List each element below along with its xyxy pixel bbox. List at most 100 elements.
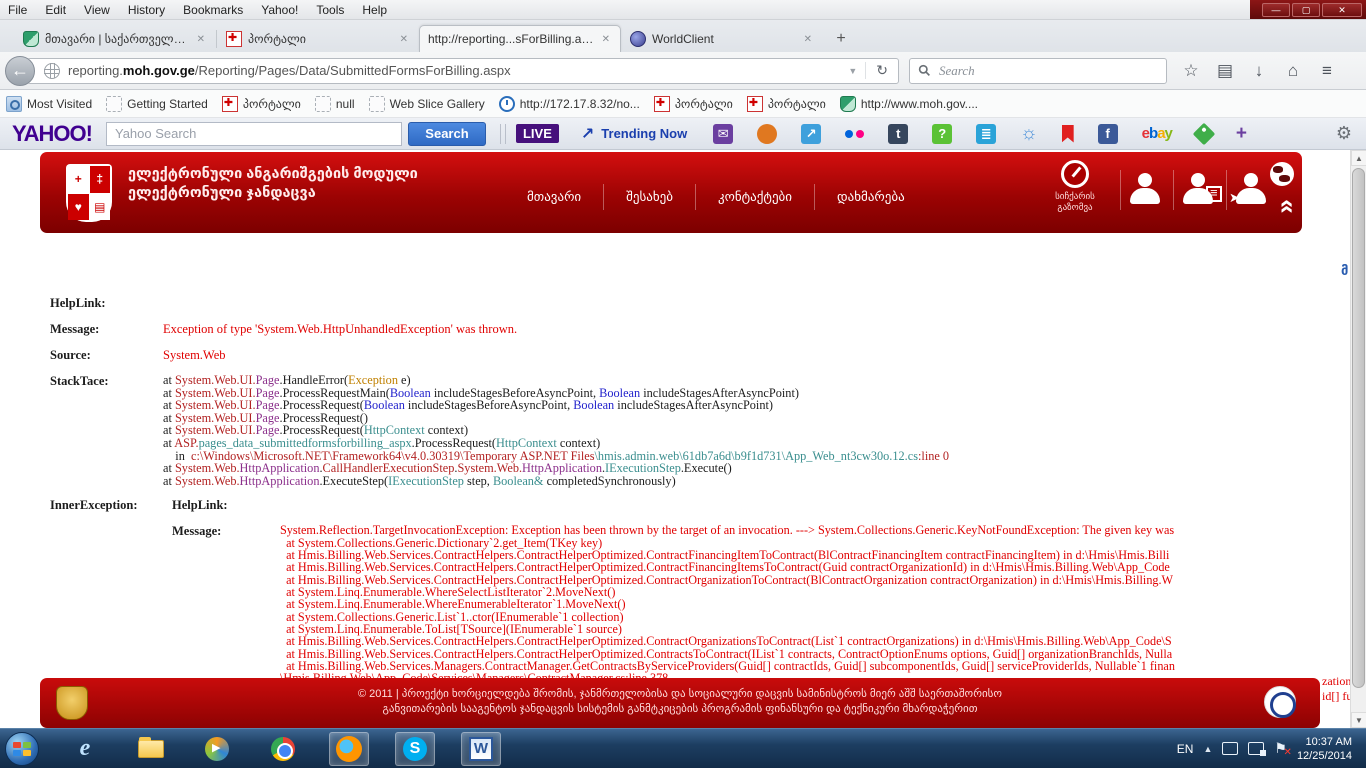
yahoo-live-badge[interactable]: LIVE bbox=[516, 124, 559, 143]
site-nav-item-4[interactable]: დახმარება bbox=[815, 189, 927, 205]
search-input[interactable]: Search bbox=[909, 58, 1167, 84]
tumblr-icon[interactable]: t bbox=[888, 124, 908, 144]
finance-icon[interactable]: ↗ bbox=[801, 124, 821, 144]
trending-icon: ↗ bbox=[581, 124, 594, 144]
title-bar: File Edit View History Bookmarks Yahoo! Tools H… bbox=[0, 0, 1366, 20]
globe-icon bbox=[630, 31, 646, 47]
taskbar-internet-explorer[interactable]: e bbox=[65, 732, 105, 766]
menu-tools[interactable]: Tools bbox=[316, 3, 344, 17]
url-host: moh.gov.ge bbox=[123, 63, 195, 78]
scroll-down-icon[interactable]: ▼ bbox=[1351, 712, 1366, 728]
bookmark-item[interactable]: http://www.moh.gov.... bbox=[840, 96, 978, 112]
news-icon[interactable]: ≣ bbox=[976, 124, 996, 144]
site-nav-item-1[interactable]: მთავარი bbox=[505, 189, 603, 205]
tab-1[interactable]: მთავარი | საქართველოს ...✕ bbox=[14, 25, 216, 52]
taskbar-skype[interactable]: S bbox=[395, 732, 435, 766]
bookmark-item[interactable]: პორტალი bbox=[222, 96, 301, 112]
weather-icon[interactable]: ☼ bbox=[1020, 123, 1037, 145]
tab-3[interactable]: http://reporting...sForBilling.aspx✕ bbox=[419, 25, 621, 52]
collapse-chevrons-icon[interactable]: « bbox=[1272, 199, 1303, 211]
bookmark-star-icon[interactable]: ☆ bbox=[1175, 61, 1207, 81]
taskbar-chrome[interactable] bbox=[263, 732, 303, 766]
bookmark-item[interactable]: Most Visited bbox=[6, 96, 92, 112]
taskbar-firefox[interactable] bbox=[329, 732, 369, 766]
clock[interactable]: 10:37 AM 12/25/2014 bbox=[1297, 735, 1356, 763]
bookmark-item[interactable]: პორტალი bbox=[747, 96, 826, 112]
yahoo-search-input[interactable]: Yahoo Search bbox=[106, 122, 402, 146]
yahoo-app-icons: ✉ ↗ t? ≣ ☼ f ebay + bbox=[713, 123, 1247, 145]
site-nav-item-3[interactable]: კონტაქტები bbox=[696, 189, 814, 205]
register-icon[interactable] bbox=[1174, 170, 1226, 210]
network-icon[interactable] bbox=[1248, 742, 1264, 755]
speed-test-button[interactable]: სიჩქარის გაზომვა bbox=[1040, 160, 1110, 213]
tab-close-icon[interactable]: ✕ bbox=[398, 34, 410, 45]
tab-2[interactable]: პორტალი✕ bbox=[217, 25, 419, 52]
back-button[interactable]: ← bbox=[5, 56, 35, 86]
close-button[interactable]: ✕ bbox=[1322, 3, 1362, 17]
menu-edit[interactable]: Edit bbox=[45, 3, 66, 17]
tab-close-icon[interactable]: ✕ bbox=[195, 34, 207, 45]
tray-expand-icon[interactable]: ▲ bbox=[1203, 744, 1212, 754]
profile-icon[interactable] bbox=[1121, 170, 1173, 210]
gear-icon[interactable]: ⚙ bbox=[1336, 123, 1352, 144]
bookmark-item[interactable]: Web Slice Gallery bbox=[369, 96, 485, 112]
new-tab-button[interactable]: + bbox=[827, 28, 855, 52]
maximize-button[interactable]: ▢ bbox=[1292, 3, 1320, 17]
reload-icon[interactable]: ↻ bbox=[865, 62, 898, 79]
url-dropdown-icon[interactable]: ▼ bbox=[840, 66, 865, 76]
bookmarks-menu-icon[interactable]: ▤ bbox=[1209, 61, 1241, 81]
bookmark-item[interactable]: http://172.17.8.32/no... bbox=[499, 96, 640, 112]
ebay-icon[interactable]: ebay bbox=[1142, 125, 1172, 142]
menu-file[interactable]: File bbox=[8, 3, 27, 17]
bookmark-ribbon-icon[interactable] bbox=[1062, 125, 1074, 143]
hamburger-menu-icon[interactable]: ≡ bbox=[1311, 61, 1343, 81]
language-indicator[interactable]: EN bbox=[1177, 742, 1194, 756]
chrome-icon bbox=[271, 737, 295, 761]
action-center-flag-icon[interactable]: ⚑✕ bbox=[1274, 740, 1287, 757]
language-globe-icon[interactable] bbox=[1270, 162, 1294, 186]
flickr-icon[interactable] bbox=[845, 130, 864, 138]
site-nav-item-2[interactable]: შესახებ bbox=[604, 189, 695, 205]
taskbar-explorer-folder[interactable] bbox=[131, 732, 171, 766]
menu-history[interactable]: History bbox=[128, 3, 165, 17]
mail-icon[interactable]: ✉ bbox=[713, 124, 733, 144]
scroll-up-icon[interactable]: ▲ bbox=[1351, 150, 1366, 166]
menu-bookmarks[interactable]: Bookmarks bbox=[183, 3, 243, 17]
bookmark-item[interactable]: პორტალი bbox=[654, 96, 733, 112]
yahoo-logo[interactable]: YAHOO! bbox=[12, 121, 92, 147]
taskbar-media-player[interactable] bbox=[197, 732, 237, 766]
scrollbar-thumb[interactable] bbox=[1352, 168, 1365, 688]
add-icon[interactable]: + bbox=[1236, 123, 1247, 145]
search-placeholder: Search bbox=[939, 63, 975, 79]
url-bar[interactable]: reporting.moh.gov.ge/Reporting/Pages/Dat… bbox=[27, 58, 899, 84]
menu-yahoo[interactable]: Yahoo! bbox=[261, 3, 298, 17]
innerexception-label: InnerException: bbox=[50, 498, 163, 695]
tag-icon[interactable] bbox=[1193, 122, 1216, 145]
minimize-button[interactable]: — bbox=[1262, 3, 1290, 17]
internet-explorer-icon: e bbox=[80, 735, 91, 762]
flag-georgia-icon bbox=[222, 96, 238, 112]
start-button[interactable] bbox=[5, 732, 39, 766]
tab-close-icon[interactable]: ✕ bbox=[600, 34, 612, 45]
downloads-icon[interactable]: ↓ bbox=[1243, 61, 1275, 81]
display-icon[interactable] bbox=[1222, 742, 1238, 755]
taskbar-word[interactable]: W bbox=[461, 732, 501, 766]
usaid-seal-icon bbox=[1264, 686, 1296, 718]
menu-view[interactable]: View bbox=[84, 3, 110, 17]
bookmark-item[interactable]: null bbox=[315, 96, 355, 112]
window-controls: — ▢ ✕ bbox=[1250, 0, 1366, 19]
yahoo-search-button[interactable]: Search bbox=[408, 122, 486, 146]
home-icon[interactable]: ⌂ bbox=[1277, 61, 1309, 81]
page-scrollbar[interactable]: ▲ ▼ bbox=[1350, 150, 1366, 728]
sports-icon[interactable] bbox=[757, 124, 777, 144]
trending-now-button[interactable]: ↗ Trending Now bbox=[581, 124, 687, 144]
tab-4[interactable]: WorldClient✕ bbox=[621, 25, 823, 52]
site-identity-icon[interactable] bbox=[44, 63, 60, 79]
menu-help[interactable]: Help bbox=[362, 3, 387, 17]
bookmark-item[interactable]: Getting Started bbox=[106, 96, 208, 112]
moh-logo[interactable]: +‡♥▤ bbox=[66, 164, 112, 222]
answers-icon[interactable]: ? bbox=[932, 124, 952, 144]
clipped-link-fragment[interactable]: მ bbox=[1341, 263, 1348, 279]
tab-close-icon[interactable]: ✕ bbox=[802, 34, 814, 45]
facebook-icon[interactable]: f bbox=[1098, 124, 1118, 144]
